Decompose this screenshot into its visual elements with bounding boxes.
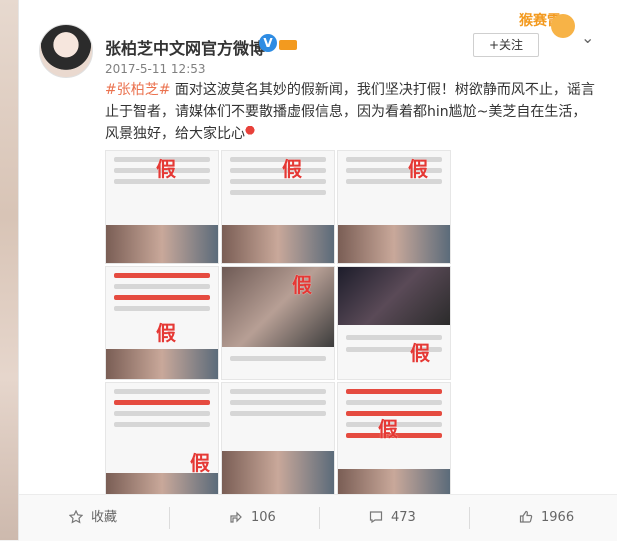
fake-stamp: 假 [408, 157, 428, 181]
vip-crown-icon [279, 34, 297, 52]
fake-stamp: 假 [378, 417, 398, 441]
grid-image-2[interactable]: 假 [221, 150, 335, 264]
post-text: #张柏芝# 面对这波莫名其妙的假新闻，我们坚决打假！树欲静而风不止，谣言止于智者… [105, 79, 597, 145]
hashtag-link[interactable]: #张柏芝# [105, 82, 170, 98]
comment-count: 473 [391, 510, 416, 525]
fake-stamp: 假 [190, 451, 210, 475]
verified-icon: V [259, 34, 277, 52]
divider [169, 507, 170, 529]
comment-icon [369, 511, 383, 524]
action-bar: 收藏 106 473 1966 [19, 494, 617, 541]
follow-button[interactable]: +关注 [473, 33, 539, 57]
post-timestamp[interactable]: 2017-5-11 12:53 [105, 62, 206, 76]
forward-count: 106 [251, 510, 276, 525]
forward-button[interactable]: 106 [229, 495, 276, 541]
image-grid: 假 假 假 假 假 假 假 假 [105, 150, 555, 496]
divider [469, 507, 470, 529]
background-photo [0, 0, 18, 540]
grid-image-7[interactable]: 假 [105, 382, 219, 496]
grid-image-6[interactable]: 假 [337, 266, 451, 380]
collect-button[interactable]: 收藏 [68, 495, 118, 541]
grid-image-8[interactable] [221, 382, 335, 496]
grid-image-1[interactable]: 假 [105, 150, 219, 264]
weibo-post-card: 张柏芝中文网官方微博 V 猴赛雷 +关注 ⌄ 2017-5-11 12:53 #… [18, 0, 617, 541]
share-icon [230, 511, 242, 523]
avatar[interactable] [39, 24, 93, 78]
grid-image-9[interactable]: 假 [337, 382, 451, 496]
fake-stamp: 假 [292, 273, 312, 297]
fake-stamp: 假 [282, 157, 302, 181]
fake-stamp: 假 [410, 341, 430, 365]
rose-emoji-icon [245, 126, 255, 140]
fake-stamp: 假 [156, 321, 176, 345]
like-button[interactable]: 1966 [519, 495, 574, 541]
grid-image-4[interactable]: 假 [105, 266, 219, 380]
divider [319, 507, 320, 529]
author-name[interactable]: 张柏芝中文网官方微博 [105, 35, 265, 59]
grid-image-3[interactable]: 假 [337, 150, 451, 264]
like-count: 1966 [541, 510, 575, 525]
post-body: 面对这波莫名其妙的假新闻，我们坚决打假！树欲静而风不止，谣言止于智者，请媒体们不… [105, 82, 595, 142]
thumbs-up-icon [519, 510, 533, 523]
grid-image-5[interactable]: 假 [221, 266, 335, 380]
collect-label: 收藏 [91, 510, 118, 525]
chevron-down-icon[interactable]: ⌄ [581, 28, 594, 47]
comment-button[interactable]: 473 [369, 495, 416, 541]
fake-stamp: 假 [156, 157, 176, 181]
monkey-icon [551, 14, 575, 38]
star-icon [68, 509, 84, 524]
